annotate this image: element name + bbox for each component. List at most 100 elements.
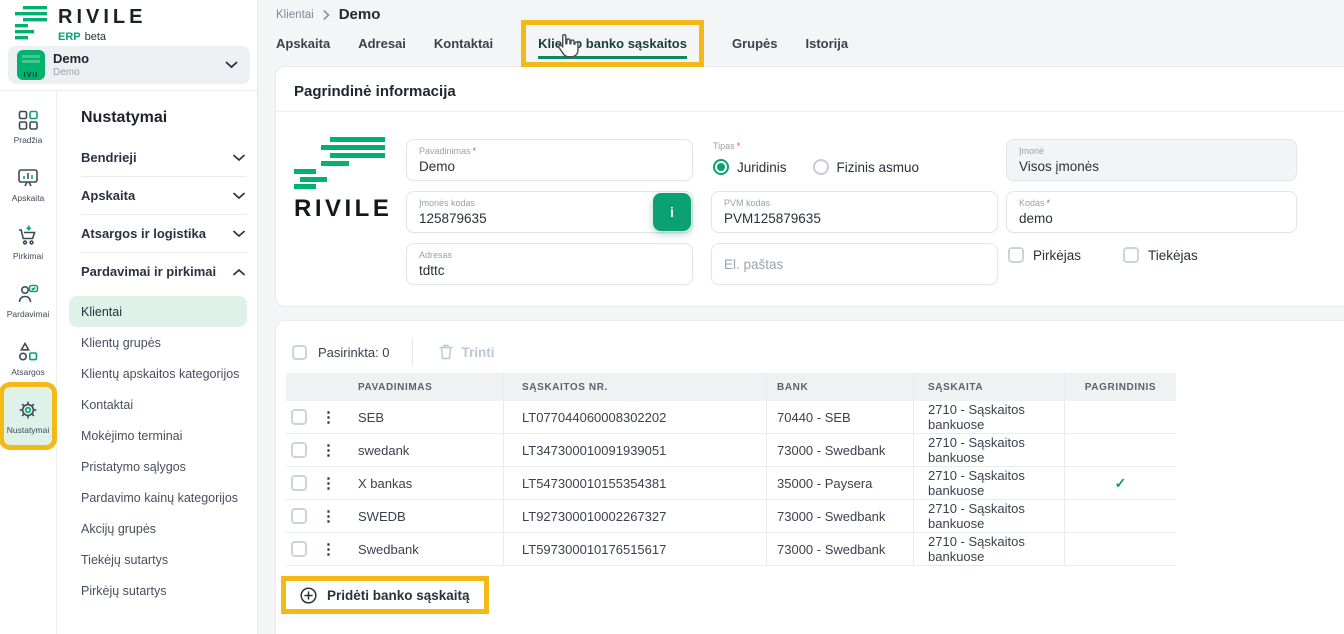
settings-group-atsargos-ir-logistika[interactable]: Atsargos ir logistika [81, 215, 247, 252]
sidebar-item-tiekėjų-sutartys[interactable]: Tiekėjų sutartys [69, 544, 247, 575]
cell-saskaita: 2710 - Sąskaitos bankuose [913, 500, 1064, 532]
row-checkbox-cell [286, 500, 311, 532]
settings-group-apskaita[interactable]: Apskaita [81, 177, 247, 214]
sidebar-item-mokėjimo-terminai[interactable]: Mokėjimo terminai [69, 420, 247, 451]
kebab-menu-icon[interactable]: ⋮ [321, 410, 336, 425]
table-row[interactable]: ⋮X bankasLT54730001015535438135000 - Pay… [286, 467, 1176, 500]
tab-istorija[interactable]: Istorija [805, 36, 848, 51]
tab-kontaktai[interactable]: Kontaktai [434, 36, 493, 51]
kodas-field[interactable]: Kodas* demo [1006, 191, 1297, 233]
settings-submenu: KlientaiKlientų grupėsKlientų apskaitos … [81, 296, 247, 606]
cell-pavadinimas: SWEDB [346, 500, 503, 532]
el-pastas-field[interactable]: El. paštas [711, 243, 998, 285]
sidebar-item-klientų-apskaitos-kategorijos[interactable]: Klientų apskaitos kategorijos [69, 358, 247, 389]
home-grid-icon [16, 108, 40, 132]
pirkejas-checkbox-option[interactable]: Pirkėjas [1008, 247, 1081, 263]
pavadinimas-field[interactable]: Pavadinimas* Demo [406, 139, 693, 181]
rail-item-pirkimai[interactable]: Pirkimai [4, 213, 52, 271]
client-logo: RIVILE [294, 137, 394, 223]
sidebar-item-kontaktai[interactable]: Kontaktai [69, 389, 247, 420]
add-bank-account-button[interactable]: Pridėti banko sąskaitą [281, 576, 489, 614]
kebab-menu-icon[interactable]: ⋮ [321, 509, 336, 524]
brand-name: RIVILE [58, 7, 146, 27]
tab-apskaita[interactable]: Apskaita [276, 36, 330, 51]
kebab-menu-icon[interactable]: ⋮ [321, 476, 336, 491]
row-checkbox[interactable] [291, 442, 307, 458]
delete-button[interactable]: Trinti [439, 344, 495, 360]
rail-item-label: Pradžia [14, 135, 43, 145]
column-header: SĄSKAITA [913, 373, 1064, 401]
card-title: Pagrindinė informacija [294, 83, 456, 100]
rail-item-label: Pirkimai [13, 251, 43, 261]
rail-item-nustatymai[interactable]: Nustatymai [4, 387, 52, 445]
kebab-menu-icon[interactable]: ⋮ [321, 542, 336, 557]
radio-selected-icon[interactable] [713, 159, 729, 175]
breadcrumb-parent[interactable]: Klientai [276, 9, 314, 21]
cell-pagrindinis: ✓ [1064, 467, 1176, 499]
app-root: RIVILE ERPbeta IVII Demo Demo PradžiaAps… [0, 0, 1344, 634]
trash-icon [439, 344, 453, 360]
adresas-field[interactable]: Adresas tdttc [406, 243, 693, 285]
inventory-shapes-icon [16, 340, 40, 364]
table-row[interactable]: ⋮SwedbankLT59730001017651561773000 - Swe… [286, 533, 1176, 566]
rail-item-apskaita[interactable]: Apskaita [4, 155, 52, 213]
checkbox-icon[interactable] [1008, 247, 1024, 263]
table-row[interactable]: ⋮swedankLT34730001009193905173000 - Swed… [286, 434, 1176, 467]
tiekejas-checkbox-option[interactable]: Tiekėjas [1123, 247, 1198, 263]
table-row[interactable]: ⋮SWEDBLT92730001000226732773000 - Swedba… [286, 500, 1176, 533]
settings-group-pardavimai-ir-pirkimai[interactable]: Pardavimai ir pirkimai [81, 253, 247, 290]
column-header-empty [286, 373, 311, 401]
imones-kodas-value: 125879635 [419, 211, 680, 226]
radio-fizinis-asmuo[interactable]: Fizinis asmuo [813, 159, 920, 175]
sidebar-item-pristatymo-sąlygos[interactable]: Pristatymo sąlygos [69, 451, 247, 482]
row-checkbox[interactable] [291, 475, 307, 491]
company-code-info-button[interactable]: i [653, 193, 691, 231]
cell-pavadinimas: SEB [346, 401, 503, 433]
row-checkbox[interactable] [291, 541, 307, 557]
tab-grupės[interactable]: Grupės [732, 36, 778, 51]
purchases-cart-icon [16, 224, 40, 248]
rail-item-pradžia[interactable]: Pradžia [4, 97, 52, 155]
imones-kodas-field[interactable]: Įmonės kodas 125879635 [406, 191, 693, 233]
settings-group-label: Pardavimai ir pirkimai [81, 264, 216, 279]
rail-item-label: Atsargos [11, 367, 45, 377]
cell-bank: 35000 - Paysera [766, 467, 913, 499]
tipas-field: Tipas* Juridinis Fizinis asmuo [713, 141, 919, 175]
cell-bank: 73000 - Swedbank [766, 533, 913, 565]
breadcrumb-current: Demo [339, 6, 381, 23]
kebab-menu-icon[interactable]: ⋮ [321, 443, 336, 458]
row-checkbox[interactable] [291, 409, 307, 425]
main-info-card: Pagrindinė informacija RIVILE [275, 66, 1344, 307]
main-area: Klientai Demo Apskaita Adresai Kontaktai Kl… [258, 0, 1344, 634]
checkbox-icon[interactable] [1123, 247, 1139, 263]
cell-saskaita: 2710 - Sąskaitos bankuose [913, 401, 1064, 433]
row-checkbox-cell [286, 533, 311, 565]
tab-kliento-banko-sąskaitos[interactable]: Kliento banko sąskaitos [538, 36, 687, 59]
pvm-kodas-field[interactable]: PVM kodas PVM125879635 [711, 191, 998, 233]
sidebar-item-klientai[interactable]: Klientai [69, 296, 247, 327]
bank-accounts-table: PAVADINIMASSĄSKAITOS NR.BANKSĄSKAITAPAGR… [286, 373, 1176, 566]
cell-saskaita: 2710 - Sąskaitos bankuose [913, 467, 1064, 499]
row-checkbox[interactable] [291, 508, 307, 524]
settings-group-bendrieji[interactable]: Bendrieji [81, 139, 247, 176]
rail-item-atsargos[interactable]: Atsargos [4, 329, 52, 387]
radio-unselected-icon[interactable] [813, 159, 829, 175]
cell-pavadinimas: X bankas [346, 467, 503, 499]
tab-adresai[interactable]: Adresai [358, 36, 406, 51]
tutorial-highlight-box: Kliento banko sąskaitos [521, 20, 704, 67]
imone-field[interactable]: Įmonė Visos įmonės [1006, 139, 1297, 181]
sidebar-item-pirkėjų-sutartys[interactable]: Pirkėjų sutartys [69, 575, 247, 606]
row-menu-cell: ⋮ [311, 401, 346, 433]
selected-count-label: Pasirinkta: 0 [318, 345, 390, 360]
rail-item-pardavimai[interactable]: Pardavimai [4, 271, 52, 329]
radio-juridinis[interactable]: Juridinis [713, 159, 787, 175]
table-row[interactable]: ⋮SEBLT07704406000830220270440 - SEB2710 … [286, 401, 1176, 434]
cell-bank: 70440 - SEB [766, 401, 913, 433]
sidebar-item-klientų-grupės[interactable]: Klientų grupės [69, 327, 247, 358]
sidebar-item-pardavimo-kainų-kategorijos[interactable]: Pardavimo kainų kategorijos [69, 482, 247, 513]
row-menu-cell: ⋮ [311, 533, 346, 565]
company-selector[interactable]: IVII Demo Demo [8, 46, 250, 84]
settings-group-label: Apskaita [81, 188, 135, 203]
select-all-checkbox[interactable] [292, 345, 307, 360]
sidebar-item-akcijų-grupės[interactable]: Akcijų grupės [69, 513, 247, 544]
